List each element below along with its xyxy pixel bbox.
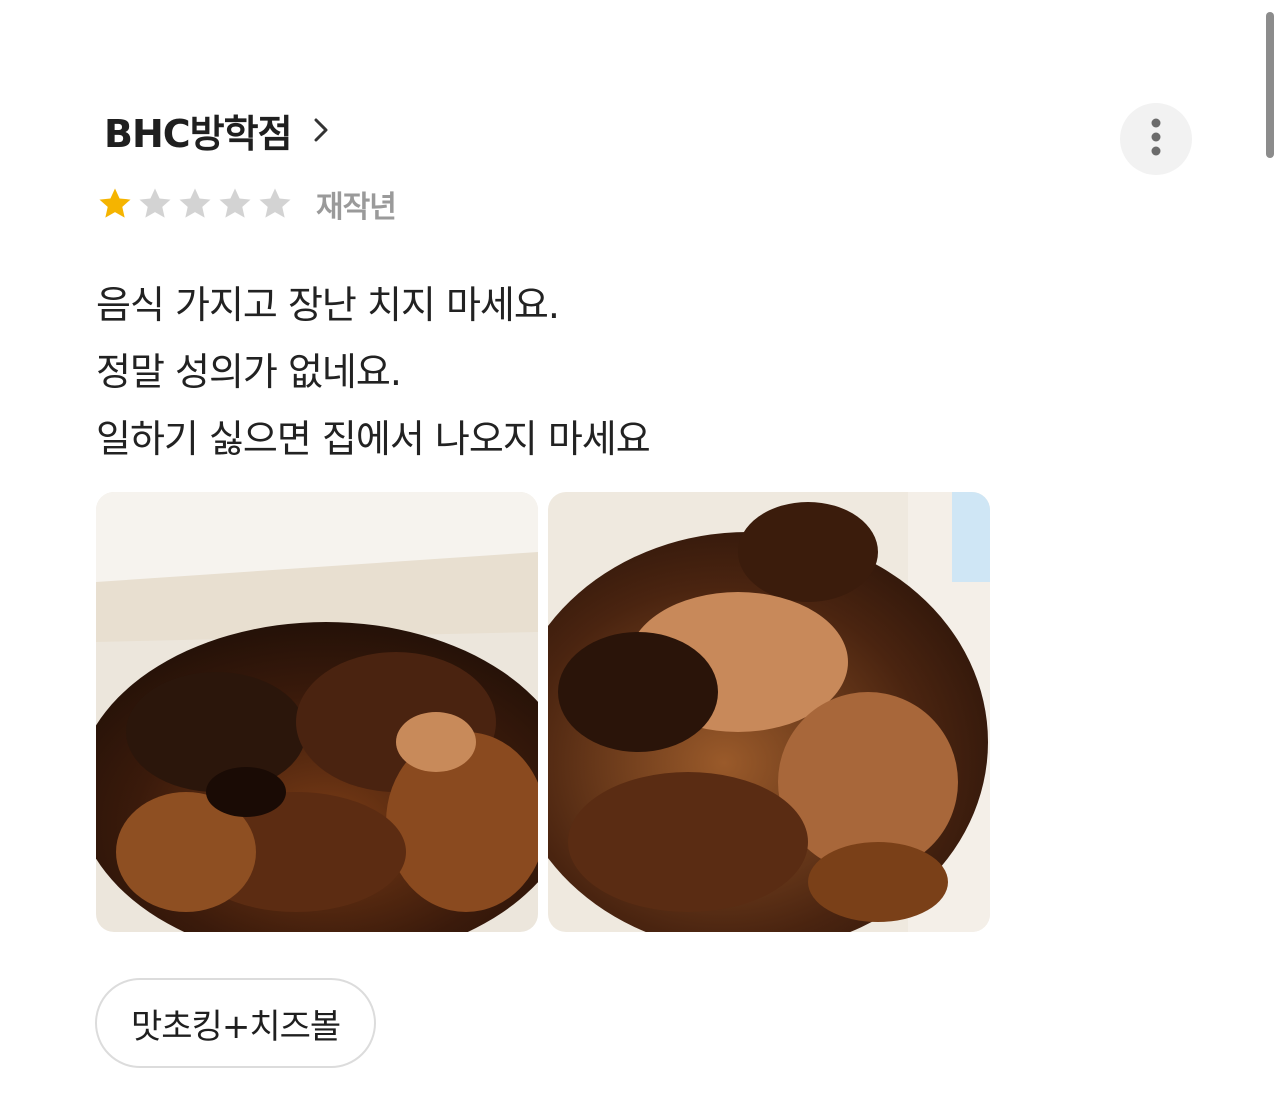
menu-tag[interactable]: 맛초킹+치즈볼 [95, 978, 377, 1068]
more-options-button[interactable] [1120, 103, 1192, 175]
review-date: 재작년 [316, 190, 397, 225]
scrollbar[interactable] [1266, 12, 1274, 158]
review-text: 음식 가지고 장난 치지 마세요. 정말 성의가 없네요. 일하기 싫으면 집에… [96, 272, 1096, 473]
review-photo-1[interactable] [96, 492, 538, 932]
star-rating [96, 185, 294, 223]
review-photo-2[interactable] [548, 492, 990, 932]
store-link[interactable]: BHC방학점 [104, 104, 334, 156]
review-card: BHC방학점 재작년 음식 가지고 장난 치지 마세요. 정말 성의가 없네요.… [0, 0, 1284, 1112]
star-empty-icon [136, 185, 174, 223]
menu-tag-label: 맛초킹+치즈볼 [131, 1006, 341, 1047]
review-line: 음식 가지고 장난 치지 마세요. [96, 283, 560, 327]
review-line: 일하기 싫으면 집에서 나오지 마세요 [96, 417, 651, 461]
star-empty-icon [256, 185, 294, 223]
more-vertical-icon [1150, 115, 1162, 163]
rating-row: 재작년 [96, 182, 397, 226]
store-name[interactable]: BHC방학점 [104, 103, 293, 158]
star-empty-icon [216, 185, 254, 223]
chevron-right-icon[interactable] [308, 117, 334, 143]
star-filled-icon [96, 185, 134, 223]
review-line: 정말 성의가 없네요. [96, 350, 402, 394]
review-photos [96, 492, 990, 932]
star-empty-icon [176, 185, 214, 223]
